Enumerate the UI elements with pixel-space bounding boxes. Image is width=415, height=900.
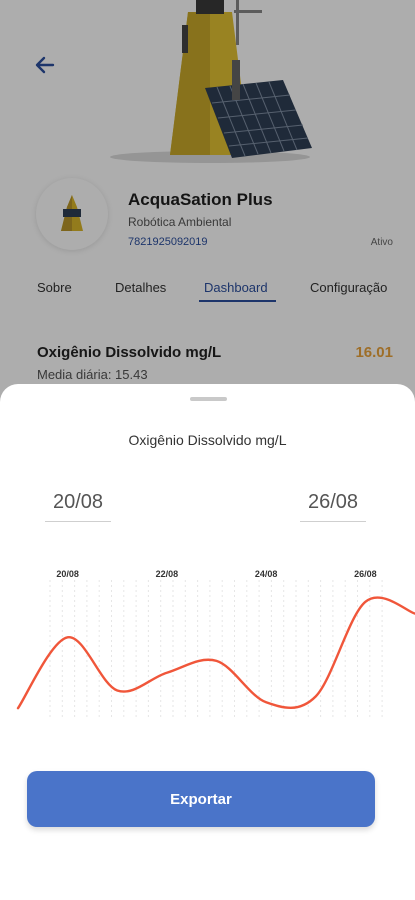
series-line: [16, 596, 415, 710]
bottom-sheet: Oxigênio Dissolvido mg/L 20/08 26/08 20/…: [0, 384, 415, 900]
sheet-title: Oxigênio Dissolvido mg/L: [128, 432, 287, 448]
end-date-value: 26/08: [307, 491, 359, 513]
chart-canvas: 20/08 22/08 24/08 26/08: [16, 569, 415, 720]
end-date-field[interactable]: 26/08: [300, 488, 366, 522]
start-date-value: 20/08: [52, 491, 104, 513]
x-tick-label: 22/08: [156, 569, 179, 579]
oxygen-line-chart: 20/08 22/08 24/08 26/08: [0, 560, 415, 730]
x-tick-label: 26/08: [354, 569, 377, 579]
x-tick-label: 20/08: [56, 569, 79, 579]
export-button[interactable]: Exportar: [27, 771, 375, 827]
start-date-field[interactable]: 20/08: [45, 488, 111, 522]
sheet-drag-handle[interactable]: [190, 397, 227, 401]
export-button-label: Exportar: [170, 790, 232, 808]
x-tick-label: 24/08: [255, 569, 278, 579]
